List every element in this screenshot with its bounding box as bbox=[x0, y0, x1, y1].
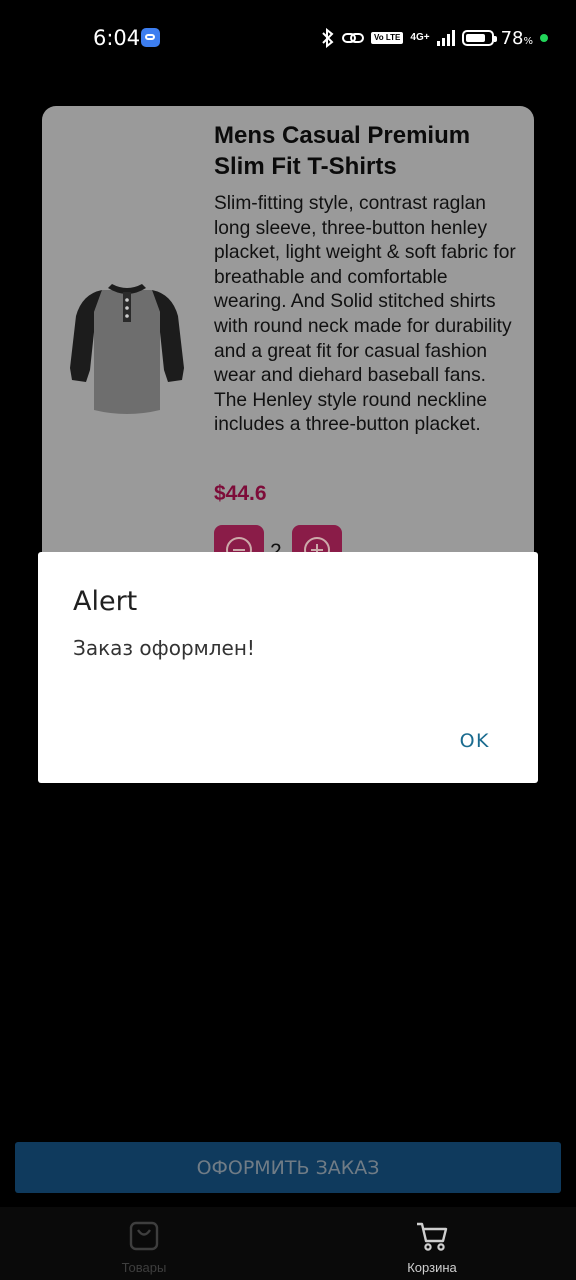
nav-label-products: Товары bbox=[121, 1260, 167, 1275]
nav-item-cart[interactable]: Корзина bbox=[288, 1207, 576, 1280]
bottom-navigation: Товары Корзина bbox=[0, 1207, 576, 1280]
ok-button[interactable]: OK bbox=[460, 730, 490, 752]
privacy-dot-icon bbox=[540, 34, 548, 42]
checkout-button[interactable]: ОФОРМИТЬ ЗАКАЗ bbox=[15, 1142, 561, 1193]
alert-dialog: Alert Заказ оформлен! OK bbox=[38, 552, 538, 783]
product-price: $44.6 bbox=[214, 482, 267, 505]
volte-icon: Vo LTE bbox=[371, 32, 404, 44]
battery-icon bbox=[461, 30, 497, 46]
cart-item-card: Mens Casual Premium Slim Fit T-Shirts Sl… bbox=[42, 106, 534, 576]
cart-icon bbox=[417, 1222, 448, 1251]
status-time: 6:04 bbox=[93, 26, 141, 50]
nav-item-products[interactable]: Товары bbox=[0, 1207, 288, 1280]
link-icon bbox=[342, 33, 365, 43]
dialog-title: Alert bbox=[73, 586, 138, 617]
status-icons: Vo LTE 4G+ 78% bbox=[321, 26, 548, 50]
dialog-message: Заказ оформлен! bbox=[73, 636, 255, 660]
product-image bbox=[70, 284, 184, 414]
status-bar: 6:04 Vo LTE 4G+ 78% bbox=[0, 0, 576, 76]
nav-label-cart: Корзина bbox=[407, 1260, 457, 1275]
bluetooth-icon bbox=[322, 28, 334, 48]
link-app-icon bbox=[141, 28, 160, 47]
network-type: 4G+ bbox=[410, 32, 430, 43]
product-description: Slim-fitting style, contrast raglan long… bbox=[214, 193, 516, 436]
product-title: Mens Casual Premium Slim Fit T-Shirts bbox=[214, 122, 471, 180]
signal-icon bbox=[436, 30, 455, 46]
shopping-bag-icon bbox=[129, 1221, 159, 1251]
battery-percent: 78% bbox=[500, 27, 533, 49]
